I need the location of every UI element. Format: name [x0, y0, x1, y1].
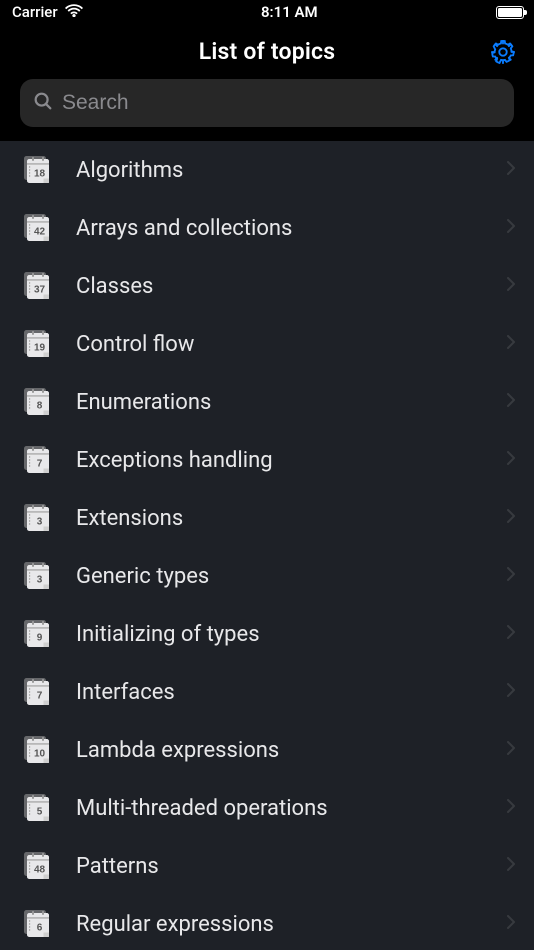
topic-count-icon: 19 19	[24, 329, 54, 359]
svg-text:7: 7	[37, 459, 43, 470]
chevron-right-icon	[506, 740, 516, 760]
topic-count-icon: 37 37	[24, 271, 54, 301]
page-title: List of topics	[199, 38, 336, 65]
svg-text:37: 37	[34, 285, 46, 296]
chevron-right-icon	[506, 392, 516, 412]
chevron-right-icon	[506, 508, 516, 528]
topic-label: Algorithms	[76, 158, 484, 183]
topic-label: Regular expressions	[76, 912, 484, 937]
carrier-label: Carrier	[12, 3, 58, 21]
topic-row[interactable]: 3 3 Generic types	[0, 547, 534, 605]
topic-label: Arrays and collections	[76, 216, 484, 241]
status-time: 8:11 AM	[261, 3, 318, 21]
topic-count-icon: 48 48	[24, 851, 54, 881]
svg-text:19: 19	[34, 343, 46, 354]
topic-count-icon: 5 5	[24, 793, 54, 823]
topic-count-icon: 6 6	[24, 909, 54, 939]
svg-text:3: 3	[37, 517, 43, 528]
topic-count-icon: 10 10	[24, 735, 54, 765]
topic-row[interactable]: 48 48 Patterns	[0, 837, 534, 895]
topic-label: Enumerations	[76, 390, 484, 415]
chevron-right-icon	[506, 218, 516, 238]
topic-row[interactable]: 42 42 Arrays and collections	[0, 199, 534, 257]
svg-text:3: 3	[37, 575, 43, 586]
topic-label: Control flow	[76, 332, 484, 357]
topic-label: Extensions	[76, 506, 484, 531]
topic-row[interactable]: 9 9 Initializing of types	[0, 605, 534, 663]
topic-list: 18 18 Algorithms	[0, 141, 534, 950]
svg-text:7: 7	[37, 691, 43, 702]
topic-row[interactable]: 18 18 Algorithms	[0, 141, 534, 199]
status-right	[496, 6, 524, 19]
chevron-right-icon	[506, 682, 516, 702]
topic-label: Interfaces	[76, 680, 484, 705]
chevron-right-icon	[506, 856, 516, 876]
chevron-right-icon	[506, 624, 516, 644]
nav-header: List of topics	[0, 24, 534, 79]
topic-row[interactable]: 3 3 Extensions	[0, 489, 534, 547]
search-container	[0, 79, 534, 141]
search-icon	[32, 90, 54, 116]
status-bar: Carrier 8:11 AM	[0, 0, 534, 24]
topic-row[interactable]: 10 10 Lambda expressions	[0, 721, 534, 779]
svg-text:9: 9	[37, 633, 43, 644]
topic-label: Classes	[76, 274, 484, 299]
chevron-right-icon	[506, 566, 516, 586]
chevron-right-icon	[506, 798, 516, 818]
topic-label: Multi-threaded operations	[76, 796, 484, 821]
topic-label: Exceptions handling	[76, 448, 484, 473]
topic-row[interactable]: 8 8 Enumerations	[0, 373, 534, 431]
topic-row[interactable]: 19 19 Control flow	[0, 315, 534, 373]
topic-count-icon: 18 18	[24, 155, 54, 185]
topic-count-icon: 3 3	[24, 561, 54, 591]
svg-text:42: 42	[34, 227, 46, 238]
search-input[interactable]	[62, 91, 502, 115]
svg-text:8: 8	[37, 401, 43, 412]
topic-count-icon: 42 42	[24, 213, 54, 243]
topic-row[interactable]: 6 6 Regular expressions	[0, 895, 534, 950]
chevron-right-icon	[506, 276, 516, 296]
chevron-right-icon	[506, 914, 516, 934]
settings-button[interactable]	[488, 37, 518, 67]
topic-row[interactable]: 7 7 Interfaces	[0, 663, 534, 721]
topic-label: Initializing of types	[76, 622, 484, 647]
chevron-right-icon	[506, 160, 516, 180]
search-box[interactable]	[20, 79, 514, 127]
topic-count-icon: 8 8	[24, 387, 54, 417]
topic-count-icon: 3 3	[24, 503, 54, 533]
topic-label: Lambda expressions	[76, 738, 484, 763]
svg-text:5: 5	[37, 807, 43, 818]
svg-text:48: 48	[34, 865, 46, 876]
svg-text:6: 6	[37, 923, 43, 934]
chevron-right-icon	[506, 450, 516, 470]
svg-text:10: 10	[34, 749, 46, 760]
topic-count-icon: 7 7	[24, 445, 54, 475]
battery-icon	[496, 6, 524, 19]
topic-label: Patterns	[76, 854, 484, 879]
topic-row[interactable]: 5 5 Multi-threaded operations	[0, 779, 534, 837]
chevron-right-icon	[506, 334, 516, 354]
topic-label: Generic types	[76, 564, 484, 589]
topic-row[interactable]: 37 37 Classes	[0, 257, 534, 315]
topic-count-icon: 7 7	[24, 677, 54, 707]
topic-row[interactable]: 7 7 Exceptions handling	[0, 431, 534, 489]
status-left: Carrier	[12, 3, 83, 21]
gear-icon	[489, 38, 517, 66]
svg-text:18: 18	[34, 169, 46, 180]
wifi-icon	[65, 3, 83, 21]
topic-count-icon: 9 9	[24, 619, 54, 649]
